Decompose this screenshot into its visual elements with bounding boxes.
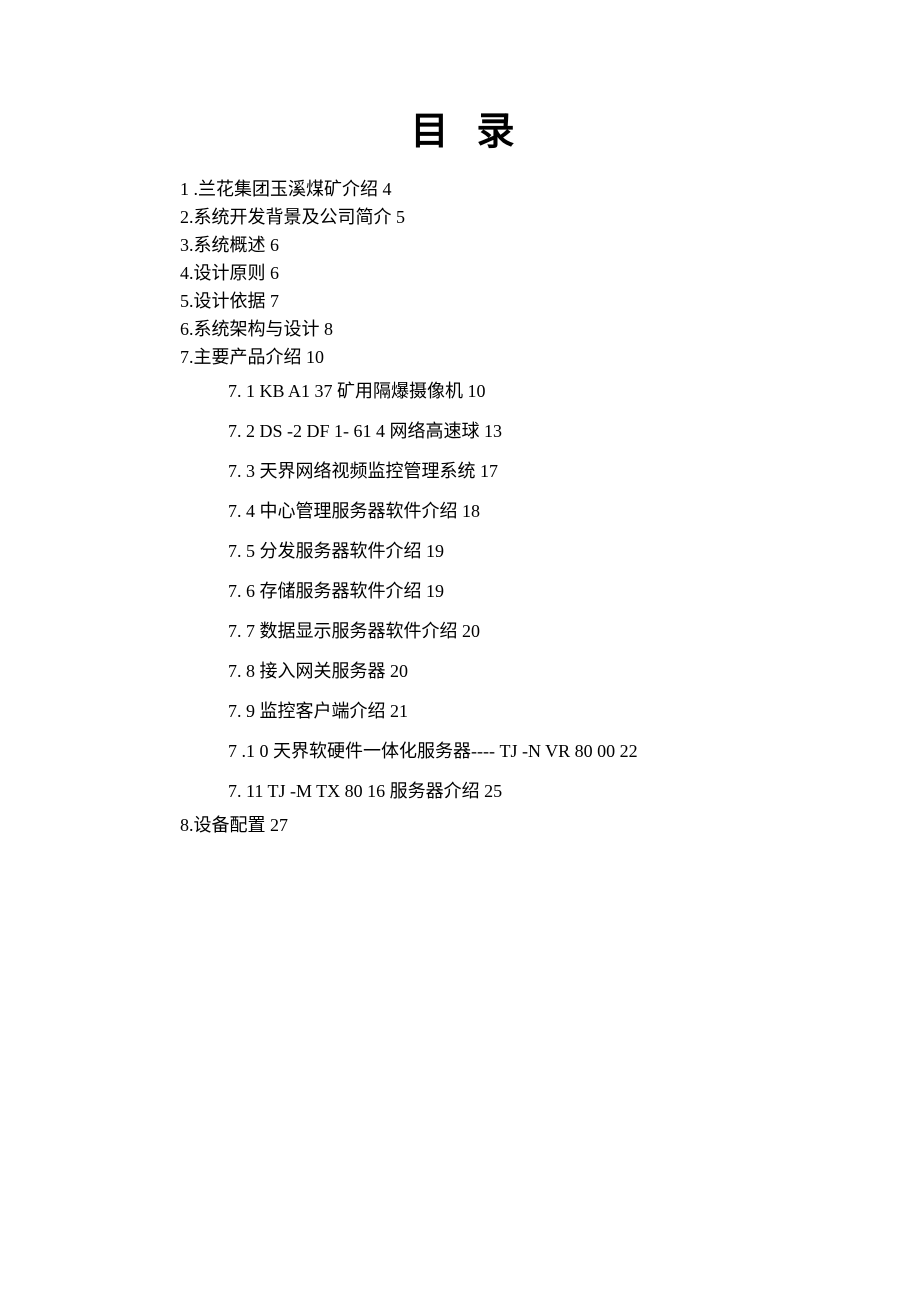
toc-subentry: 7. 3 天界网络视频监控管理系统 17 xyxy=(180,451,745,491)
toc-title: 目录 xyxy=(180,100,745,155)
title-char-left: 目 xyxy=(410,111,448,153)
title-char-right: 录 xyxy=(477,111,515,153)
toc-subentry: 7. 1 KB A1 37 矿用隔爆摄像机 10 xyxy=(180,371,745,411)
document-page: 目录 1 .兰花集团玉溪煤矿介绍 4 2.系统开发背景及公司简介 5 3.系统概… xyxy=(0,0,920,839)
toc-entry: 3.系统概述 6 xyxy=(180,231,745,259)
toc-subentry: 7. 4 中心管理服务器软件介绍 18 xyxy=(180,491,745,531)
toc-subentry: 7. 7 数据显示服务器软件介绍 20 xyxy=(180,611,745,651)
toc-entry: 1 .兰花集团玉溪煤矿介绍 4 xyxy=(180,175,745,203)
toc-subentry: 7 .1 0 天界软硬件一体化服务器---- TJ -N VR 80 00 22 xyxy=(180,731,745,771)
toc-subentry: 7. 5 分发服务器软件介绍 19 xyxy=(180,531,745,571)
toc-entry: 2.系统开发背景及公司简介 5 xyxy=(180,203,745,231)
toc-entry: 7.主要产品介绍 10 xyxy=(180,343,745,371)
toc-subentry: 7. 6 存储服务器软件介绍 19 xyxy=(180,571,745,611)
toc-entry: 8.设备配置 27 xyxy=(180,811,745,839)
toc-subentry: 7. 9 监控客户端介绍 21 xyxy=(180,691,745,731)
toc-entry: 5.设计依据 7 xyxy=(180,287,745,315)
toc-entry: 6.系统架构与设计 8 xyxy=(180,315,745,343)
toc-subentry: 7. 2 DS -2 DF 1- 61 4 网络高速球 13 xyxy=(180,411,745,451)
toc-subentry: 7. 11 TJ -M TX 80 16 服务器介绍 25 xyxy=(180,771,745,811)
toc-subentry: 7. 8 接入网关服务器 20 xyxy=(180,651,745,691)
toc-entry: 4.设计原则 6 xyxy=(180,259,745,287)
